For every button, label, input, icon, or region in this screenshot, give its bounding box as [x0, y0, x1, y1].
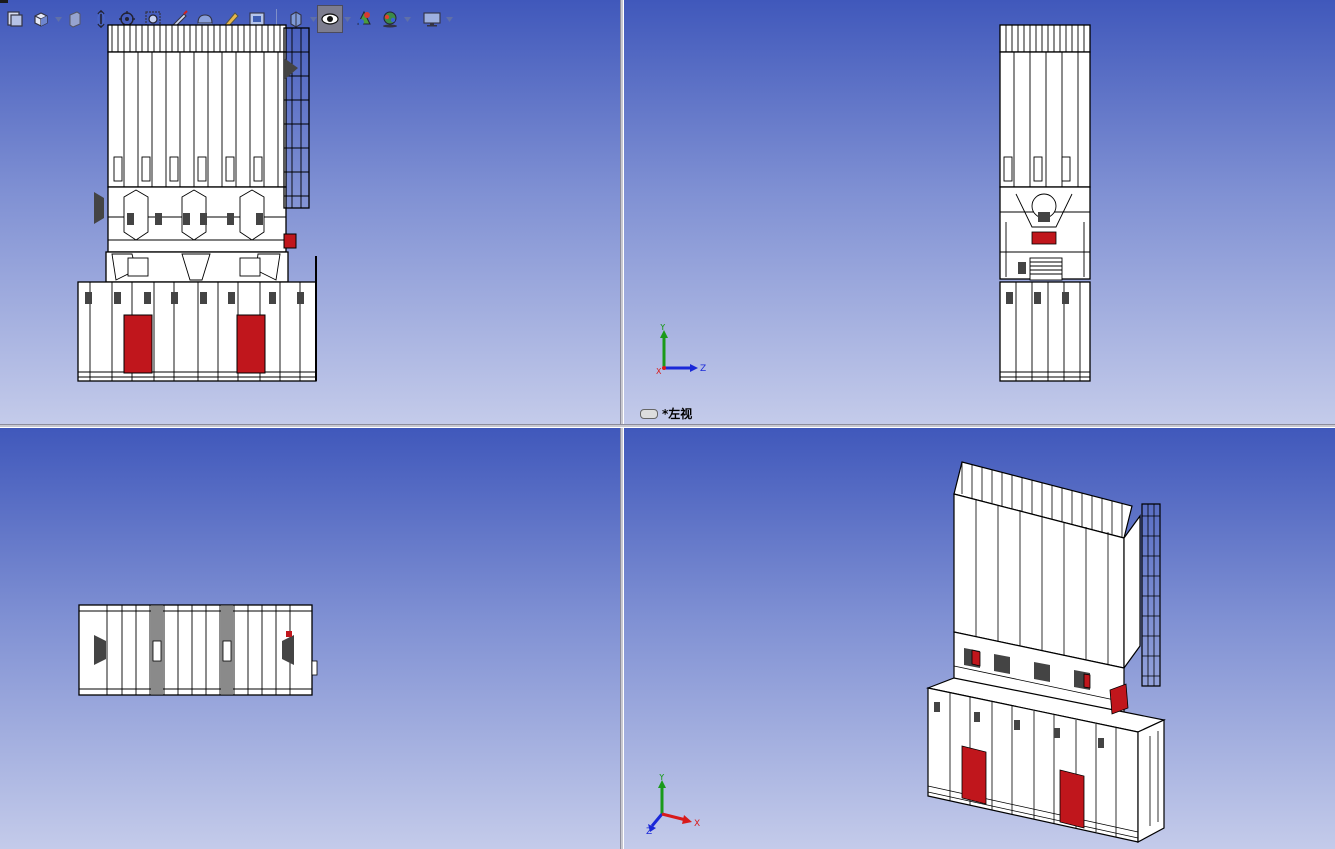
view-name-text: *左视 [662, 407, 693, 421]
shadows-dropdown-icon[interactable] [403, 5, 411, 33]
axis-triad-isometric-view: Y Z X [646, 774, 700, 836]
axis-z-label: Z [700, 364, 706, 374]
viewport-isometric[interactable]: Y Z X [624, 428, 1335, 849]
model-isometric-view [925, 461, 1166, 844]
realview-graphics-icon[interactable] [351, 5, 377, 33]
model-top-view [78, 604, 318, 696]
model-front-view [77, 24, 317, 382]
axis-y-label: Y [658, 774, 665, 783]
axis-x-label: X [694, 819, 700, 829]
previous-view-icon[interactable] [2, 5, 28, 33]
view-settings-dropdown-icon[interactable] [445, 5, 453, 33]
viewport-name-label: *左视 [640, 405, 692, 422]
view-orientation-dropdown-icon[interactable] [54, 5, 62, 33]
view-visibility-dropdown-icon[interactable] [343, 5, 351, 33]
viewport-top[interactable] [0, 428, 620, 849]
axis-x-label: X [656, 367, 662, 376]
viewport-splitter-horizontal[interactable] [0, 424, 1335, 428]
viewport-left[interactable]: Y Z X *左视 [624, 0, 1335, 424]
model-left-view [999, 24, 1091, 382]
link-views-icon[interactable] [640, 408, 658, 419]
view-settings-icon[interactable] [419, 5, 445, 33]
window-corner-mark [0, 0, 8, 3]
axis-y-label: Y [659, 324, 666, 333]
shadows-icon[interactable] [377, 5, 403, 33]
viewport-front[interactable] [0, 0, 620, 424]
axis-triad-left-view: Y Z X [656, 324, 706, 376]
view-orientation-icon[interactable] [28, 5, 54, 33]
axis-z-label: Z [646, 827, 652, 836]
